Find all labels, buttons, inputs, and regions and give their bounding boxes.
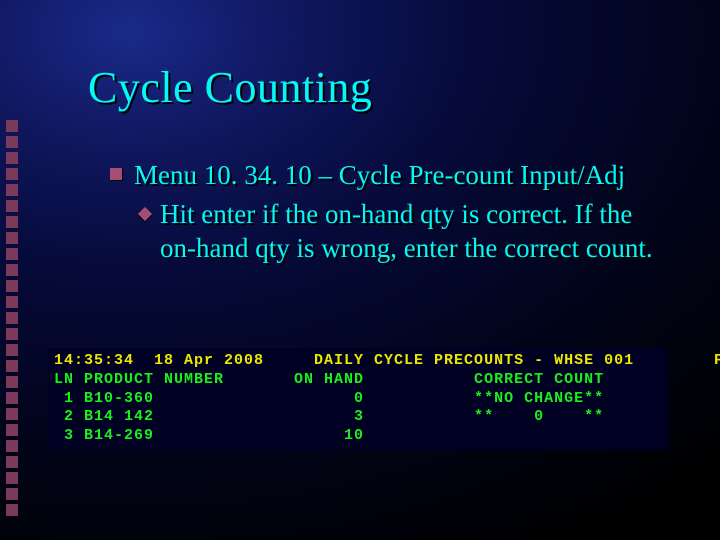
terminal-screenshot: 14:35:34 18 Apr 2008 DAILY CYCLE PRECOUN… — [48, 348, 668, 450]
terminal-columns-line: LN PRODUCT NUMBER ON HAND CORRECT COUNT — [54, 371, 604, 388]
slide: Cycle Counting Menu 10. 34. 10 – Cycle P… — [0, 0, 720, 540]
diamond-bullet-icon — [138, 206, 152, 220]
terminal-row: 1 B10-360 0 **NO CHANGE** — [54, 390, 604, 407]
slide-body: Menu 10. 34. 10 – Cycle Pre-count Input/… — [110, 158, 670, 266]
bullet-level2: Hit enter if the on-hand qty is correct.… — [140, 197, 670, 266]
bullet-level1: Menu 10. 34. 10 – Cycle Pre-count Input/… — [110, 158, 670, 193]
terminal-header-line: 14:35:34 18 Apr 2008 DAILY CYCLE PRECOUN… — [54, 352, 720, 369]
bullet-main-text: Menu 10. 34. 10 – Cycle Pre-count Input/… — [134, 158, 670, 193]
slide-title: Cycle Counting — [88, 62, 372, 113]
bullet-sub-text: Hit enter if the on-hand qty is correct.… — [160, 197, 670, 266]
square-bullet-icon — [110, 168, 122, 180]
terminal-row: 3 B14-269 10 — [54, 427, 364, 444]
decorative-left-squares — [6, 120, 20, 520]
terminal-row: 2 B14 142 3 ** 0 ** — [54, 408, 604, 425]
